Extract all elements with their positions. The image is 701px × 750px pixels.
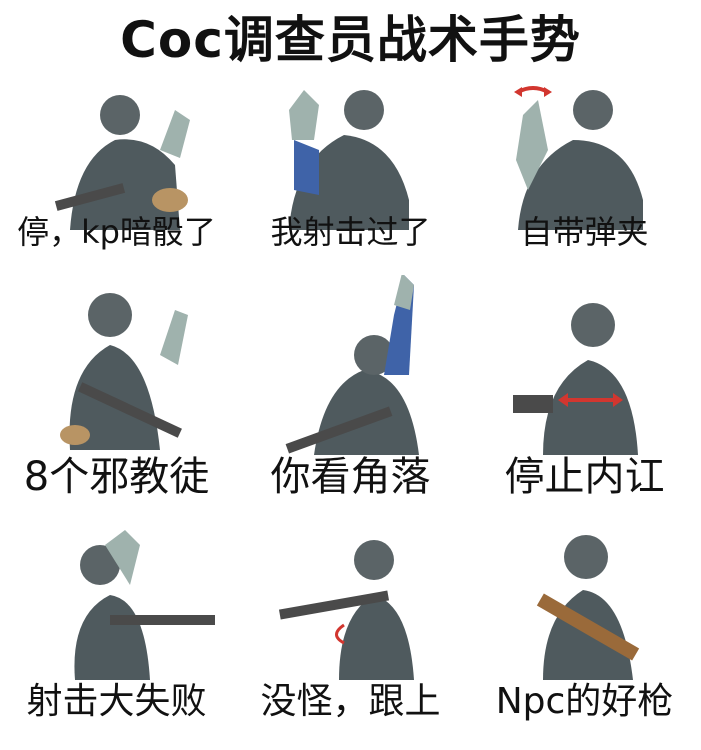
gesture-card-look-corner: 你看角落	[234, 275, 467, 500]
soldier-pointing-illustration	[60, 293, 188, 450]
gesture-grid: 停，kp暗骰了 我射击过了 自带弹夹 8个邪教徒 你看角落 停止内讧 射击大失败…	[0, 80, 701, 750]
gesture-card-stop: 停，kp暗骰了	[0, 80, 233, 303]
soldier-crossed-arms-illustration	[513, 303, 638, 455]
gesture-card-npc-gun: Npc的好枪	[468, 525, 701, 748]
gesture-card-fumble: 射击大失败	[0, 525, 233, 748]
soldier-beckoning-illustration	[278, 540, 414, 680]
gesture-card-clear-follow: 没怪，跟上	[234, 525, 467, 748]
gesture-card-eight-cultists: 8个邪教徒	[0, 275, 233, 500]
gesture-caption: 我射击过了	[270, 213, 431, 251]
gesture-card-own-mag: 自带弹夹	[468, 80, 701, 303]
gesture-caption: 射击大失败	[26, 681, 207, 722]
gesture-card-stop-infighting: 停止内讧	[468, 275, 701, 500]
gesture-caption: 停，kp暗骰了	[17, 213, 216, 251]
soldier-holding-rifle-illustration	[536, 535, 640, 680]
soldier-hand-on-head-illustration	[74, 530, 215, 680]
gesture-caption: Npc的好枪	[495, 681, 674, 722]
soldier-arm-raised-illustration	[285, 275, 419, 455]
gesture-caption: 你看角落	[270, 454, 431, 500]
gesture-card-shot: 我射击过了	[234, 80, 467, 303]
gesture-caption: 停止内讧	[504, 454, 665, 500]
page-title: Coc调查员战术手势	[120, 11, 581, 69]
gesture-caption: 8个邪教徒	[23, 454, 210, 500]
gesture-caption: 自带弹夹	[520, 213, 649, 251]
gesture-caption: 没怪，跟上	[260, 681, 441, 722]
